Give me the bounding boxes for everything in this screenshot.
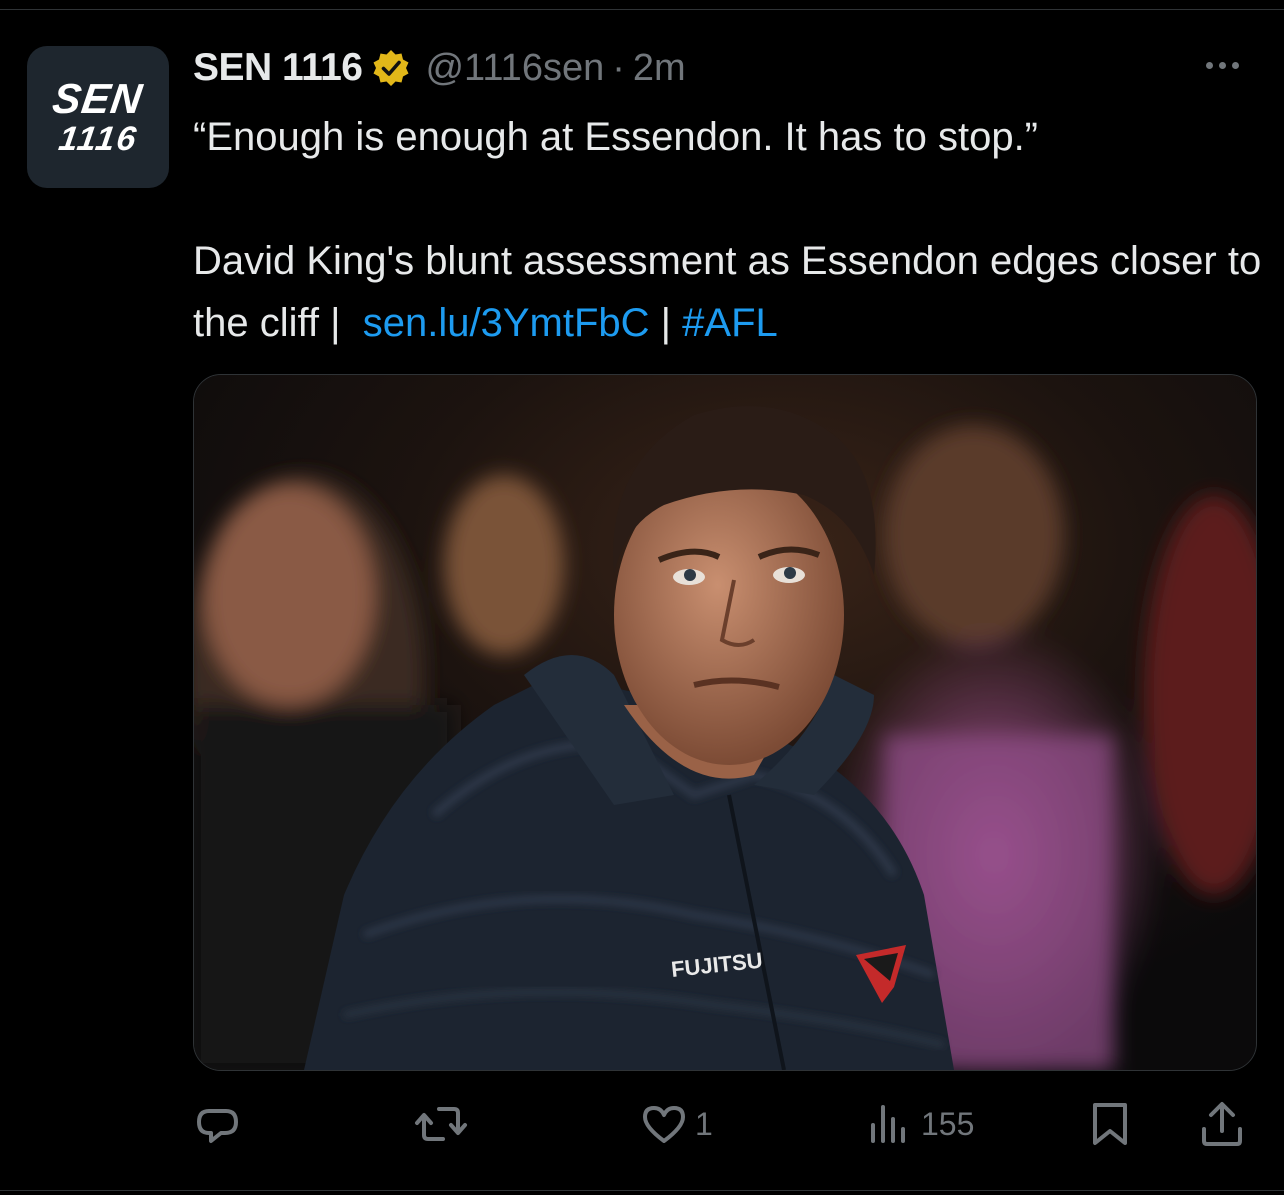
retweet-icon — [415, 1107, 467, 1141]
hashtag-link[interactable]: #AFL — [682, 301, 778, 345]
share-icon — [1202, 1102, 1242, 1146]
like-count: 1 — [695, 1105, 713, 1142]
action-bar: 1 155 — [193, 1098, 1255, 1150]
tweet-body-paragraph: David King's blunt assessment as Essendo… — [193, 230, 1263, 354]
retweet-button[interactable] — [413, 1098, 469, 1150]
tweet-text: “Enough is enough at Essendon. It has to… — [193, 106, 1263, 354]
bookmark-button[interactable] — [1085, 1098, 1135, 1150]
tweet-link[interactable]: sen.lu/3YmtFbC — [363, 301, 650, 345]
views-button[interactable]: 155 — [865, 1098, 974, 1150]
views-icon — [871, 1105, 905, 1143]
display-name[interactable]: SEN 1116 — [193, 46, 363, 90]
avatar-line-1: SEN — [50, 75, 147, 122]
reply-icon — [197, 1109, 238, 1143]
tweet-header: SEN 1116 @1116sen · 2m — [193, 44, 686, 92]
heart-icon — [643, 1106, 685, 1143]
share-button[interactable] — [1197, 1098, 1247, 1150]
coach-photo-illustration: FUJITSU — [194, 375, 1256, 1070]
views-count: 155 — [921, 1105, 975, 1142]
timestamp[interactable]: 2m — [633, 47, 686, 90]
tweet-quote: “Enough is enough at Essendon. It has to… — [193, 115, 1038, 159]
separator-dot: · — [612, 46, 625, 89]
avatar-line-2: 1116 — [56, 120, 140, 158]
tweet-photo[interactable]: FUJITSU — [193, 374, 1257, 1071]
like-button[interactable]: 1 — [639, 1098, 713, 1150]
verified-badge-icon[interactable] — [371, 48, 411, 88]
tweet-divider: | — [660, 301, 672, 345]
bottom-divider — [0, 1190, 1284, 1191]
handle[interactable]: @1116sen — [425, 47, 604, 90]
bookmark-icon — [1093, 1103, 1127, 1145]
reply-button[interactable] — [193, 1098, 243, 1150]
more-options-icon[interactable] — [1206, 50, 1254, 80]
top-divider — [0, 9, 1284, 10]
avatar[interactable]: SEN 1116 — [27, 46, 169, 188]
